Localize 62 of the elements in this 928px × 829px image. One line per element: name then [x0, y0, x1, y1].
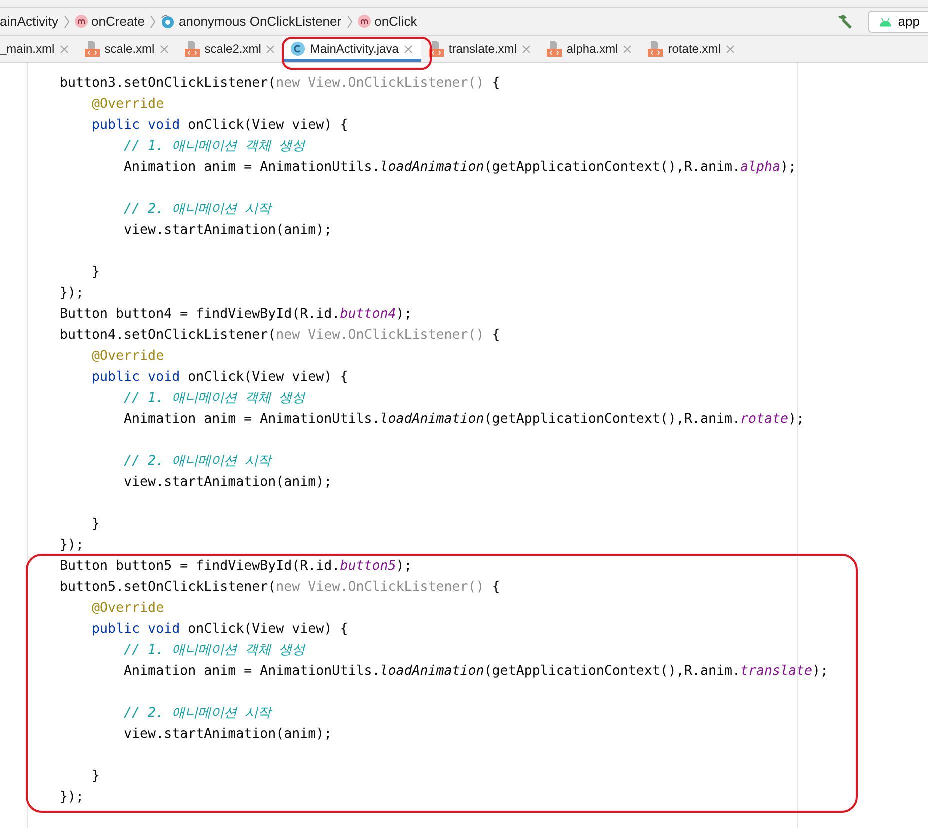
code-line: }); — [60, 538, 84, 553]
code-line: } — [91, 769, 100, 784]
code-line: Animation anim = AnimationUtils.loadAnimation(getApplicationContext(),R.anim.alpha); — [123, 160, 797, 175]
code-comment: // 2. 애니메이션 시작 — [123, 706, 272, 721]
code-line: Button button5 = findViewById(R.id.button5); — [60, 559, 412, 574]
close-icon[interactable] — [404, 44, 413, 54]
chevron-icon — [346, 14, 354, 28]
code-line: @Override — [91, 97, 164, 112]
editor-tab[interactable]: MainActivity.java — [283, 36, 421, 62]
code-line: button4.setOnClickListener(new View.OnClickListener() { — [60, 328, 500, 343]
code-line: @Override — [91, 349, 164, 364]
chevron-icon — [149, 14, 158, 28]
close-icon[interactable] — [726, 44, 735, 54]
code-line: view.startAnimation(anim); — [123, 223, 332, 238]
code-comment: // 1. 애니메이션 객체 생성 — [123, 139, 306, 154]
editor-tab[interactable]: _main.xml — [0, 36, 77, 62]
breadcrumb-item[interactable]: onClick — [358, 12, 418, 32]
anonymous-class-icon — [161, 14, 176, 28]
code-line: }); — [60, 790, 84, 805]
close-icon[interactable] — [522, 44, 531, 54]
editor-tab[interactable]: scale2.xml — [176, 36, 284, 62]
code-comment: // 2. 애니메이션 시작 — [123, 454, 272, 469]
editor-tab[interactable]: scale.xml — [76, 36, 177, 62]
close-icon[interactable] — [266, 44, 276, 54]
method-icon — [358, 15, 371, 28]
breadcrumb-item[interactable]: ainActivity — [0, 12, 59, 32]
method-icon — [74, 15, 88, 28]
hammer-icon[interactable] — [836, 14, 854, 30]
xml-file-icon — [428, 41, 444, 57]
code-line: public void onClick(View view) { — [91, 622, 348, 637]
code-line: Button button4 = findViewById(R.id.button4); — [60, 307, 412, 322]
close-icon[interactable] — [60, 44, 69, 54]
android-icon — [879, 16, 892, 26]
xml-file-icon — [546, 41, 562, 57]
code-line: public void onClick(View view) { — [91, 118, 348, 133]
code-line: view.startAnimation(anim); — [123, 475, 332, 490]
editor-tab[interactable]: alpha.xml — [538, 36, 640, 62]
chevron-icon — [62, 14, 71, 28]
code-line: button5.setOnClickListener(new View.OnClickListener() { — [60, 580, 500, 595]
code-line: }); — [60, 286, 84, 301]
code-line: Animation anim = AnimationUtils.loadAnimation(getApplicationContext(),R.anim.rotate); — [123, 412, 805, 427]
editor-tab[interactable]: translate.xml — [420, 36, 539, 62]
code-line: } — [91, 265, 100, 280]
breadcrumb-item[interactable]: onCreate — [74, 12, 146, 32]
breadcrumb-item[interactable]: anonymous OnClickListener — [161, 12, 342, 32]
code-line: public void onClick(View view) { — [91, 370, 348, 385]
code-line: } — [91, 517, 100, 532]
xml-file-icon — [648, 41, 664, 57]
code-line: button3.setOnClickListener(new View.OnClickListener() { — [60, 76, 500, 91]
code-line: view.startAnimation(anim); — [123, 727, 332, 742]
code-comment: // 2. 애니메이션 시작 — [123, 202, 272, 217]
code-comment: // 1. 애니메이션 객체 생성 — [123, 643, 306, 658]
code-comment: // 1. 애니메이션 객체 생성 — [123, 391, 306, 406]
xml-file-icon — [84, 41, 100, 57]
close-icon[interactable] — [623, 44, 632, 54]
class-icon — [291, 42, 306, 56]
editor-tab[interactable]: rotate.xml — [640, 36, 743, 62]
close-icon[interactable] — [160, 44, 169, 54]
run-configuration-dropdown[interactable]: app — [868, 10, 928, 32]
code-line: Animation anim = AnimationUtils.loadAnimation(getApplicationContext(),R.anim.translate); — [123, 664, 829, 679]
code-line: @Override — [91, 601, 164, 616]
xml-file-icon — [184, 41, 200, 57]
